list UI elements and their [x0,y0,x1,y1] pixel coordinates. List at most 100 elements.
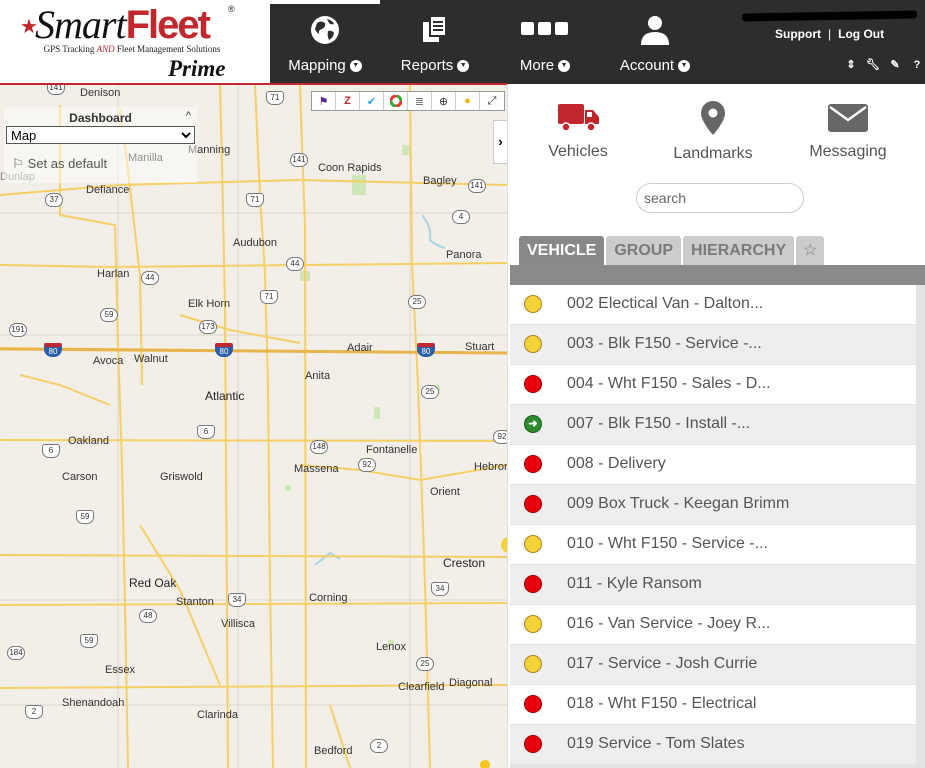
map-collapse-toggle[interactable]: › [493,120,507,164]
vehicle-row[interactable]: ➜ 007 - Blk F150 - Install -... [510,405,925,445]
help-icon[interactable]: ? [906,59,925,71]
smartfleet-logo[interactable]: ★ SmartFleet ® GPS Tracking AND Fleet Ma… [0,0,270,84]
favorites-star-icon[interactable]: ☆ [796,236,825,266]
tab-landmarks-label: Landmarks [673,145,753,162]
nav-reports[interactable]: Reports ▼ [380,0,490,84]
vehicle-name: 008 - Delivery [567,455,666,472]
vehicle-subtabs: VEHICLE GROUP HIERARCHY ☆ [519,236,826,266]
vehicle-row-body: 004 - Wht F150 - Sales - D... [510,365,916,404]
vehicle-search-input[interactable] [636,183,804,213]
status-dot-icon [524,655,542,673]
map-town: Griswold [160,471,203,483]
map-canvas[interactable]: Denison Manilla Manning Coon Rapids Bagl… [0,85,507,768]
highway-shield: 59 [100,308,118,322]
status-dot-icon [524,335,542,353]
map-town: Defiance [86,184,130,196]
vehicle-row[interactable]: 010 - Wht F150 - Service -... [510,525,925,565]
map-town: Carson [62,471,98,483]
main-nav: Mapping ▼ Reports ▼ More ▼ Account ▼ Support… [270,0,925,84]
nav-account[interactable]: Account ▼ [600,0,710,84]
dashboard-collapse-icon[interactable]: ^ [186,110,191,122]
moving-arrow-status-icon: ➜ [524,415,542,433]
fullscreen-icon[interactable]: ⤢ [480,92,504,110]
vehicle-row-body: 002 Electical Van - Dalton... [510,285,916,324]
support-link[interactable]: Support [775,27,821,41]
traffic-light-icon[interactable]: ≣ [408,92,432,110]
pencil-icon[interactable]: ✎ [884,58,906,71]
street-view-pegman-icon[interactable] [480,760,490,768]
highway-shield: 6 [197,425,215,439]
nav-more[interactable]: More ▼ [490,0,600,84]
highway-shield: 6 [42,444,60,458]
map-town: Bagley [423,175,457,187]
map-town: Clearfield [398,681,445,693]
wrench-icon[interactable]: 🔧︎ [862,58,884,71]
map-town: Atlantic [205,389,245,403]
vehicle-row[interactable]: 017 - Service - Josh Currie [510,645,925,685]
nav-mapping[interactable]: Mapping ▼ [270,0,380,84]
interstate-shield: 80 [417,343,435,357]
map-town: Essex [105,664,135,676]
vehicle-row-body: 017 - Service - Josh Currie [510,645,916,684]
vehicle-name: 016 - Van Service - Joey R... [567,615,771,632]
tab-landmarks[interactable]: Landmarks [653,100,773,163]
set-default-link[interactable]: ⚐ Set as default [12,156,107,172]
color-wheel-icon[interactable] [384,92,408,110]
vehicle-row-body: 019 Service - Tom Slates [510,725,916,764]
status-dot-icon [524,735,542,753]
chevron-down-icon: ▼ [558,60,571,73]
highway-shield: 173 [199,320,217,334]
highway-shield: 71 [266,91,284,105]
vehicle-row[interactable]: 002 Electical Van - Dalton... [510,285,925,325]
vehicle-name: 018 - Wht F150 - Electrical [567,695,757,712]
vehicle-row[interactable]: 004 - Wht F150 - Sales - D... [510,365,925,405]
highway-shield: 25 [416,657,434,671]
bird-icon[interactable]: ✔ [360,92,384,110]
logo-edition: Prime [168,56,226,81]
subtab-vehicle[interactable]: VEHICLE [519,236,605,266]
map-town: Massena [294,463,339,475]
highway-shield: 48 [139,609,157,623]
highway-shield: 141 [290,153,308,167]
dashboard-view-select[interactable]: Map [6,126,195,144]
clear-markers-icon[interactable]: Z [336,92,360,110]
subtab-hierarchy[interactable]: HIERARCHY [683,236,795,266]
sort-icon[interactable]: ⇕ [840,58,862,71]
lightbulb-icon[interactable]: ● [456,92,480,110]
vehicle-name: 009 Box Truck - Keegan Brimm [567,495,790,512]
map-town: Bedford [314,745,353,757]
tab-messaging-label: Messaging [809,143,887,160]
redacted-account-name [741,10,918,22]
status-dot-icon [524,535,542,553]
chevron-down-icon: ▼ [457,60,470,73]
tool-icons: ⇕ 🔧︎ ✎? [840,58,925,71]
highway-shield: 92 [358,458,376,472]
vehicle-row[interactable]: 008 - Delivery [510,445,925,485]
status-dot-icon [524,455,542,473]
map-town: Oakland [68,435,109,447]
map-town: Audubon [233,237,278,249]
map-town: Clarinda [197,709,238,721]
highway-shield: 34 [228,593,246,607]
map-town: Denison [80,87,121,99]
locate-icon[interactable]: ⊕ [432,92,456,110]
map-town: Harlan [97,268,130,280]
tab-vehicles[interactable]: Vehicles [518,100,638,161]
vehicle-row[interactable]: 018 - Wht F150 - Electrical [510,685,925,725]
logo-brand: SmartFleet [35,2,211,47]
logout-link[interactable]: Log Out [838,27,884,41]
status-dot-icon [524,295,542,313]
subtab-group[interactable]: GROUP [606,236,682,266]
vehicle-name: 003 - Blk F150 - Service -... [567,335,762,352]
map-town: Orient [430,486,460,498]
vehicle-row[interactable]: 003 - Blk F150 - Service -... [510,325,925,365]
map-town: Elk Horn [188,298,231,310]
map-town: Lenox [376,641,406,653]
vehicle-row[interactable]: 016 - Van Service - Joey R... [510,605,925,645]
vehicle-name: 010 - Wht F150 - Service -... [567,535,768,552]
flag-icon[interactable]: ⚑ [312,92,336,110]
vehicle-row[interactable]: 011 - Kyle Ransom [510,565,925,605]
vehicle-row[interactable]: 009 Box Truck - Keegan Brimm [510,485,925,525]
tab-messaging[interactable]: Messaging [788,100,908,161]
vehicle-row[interactable]: 019 Service - Tom Slates [510,725,925,765]
